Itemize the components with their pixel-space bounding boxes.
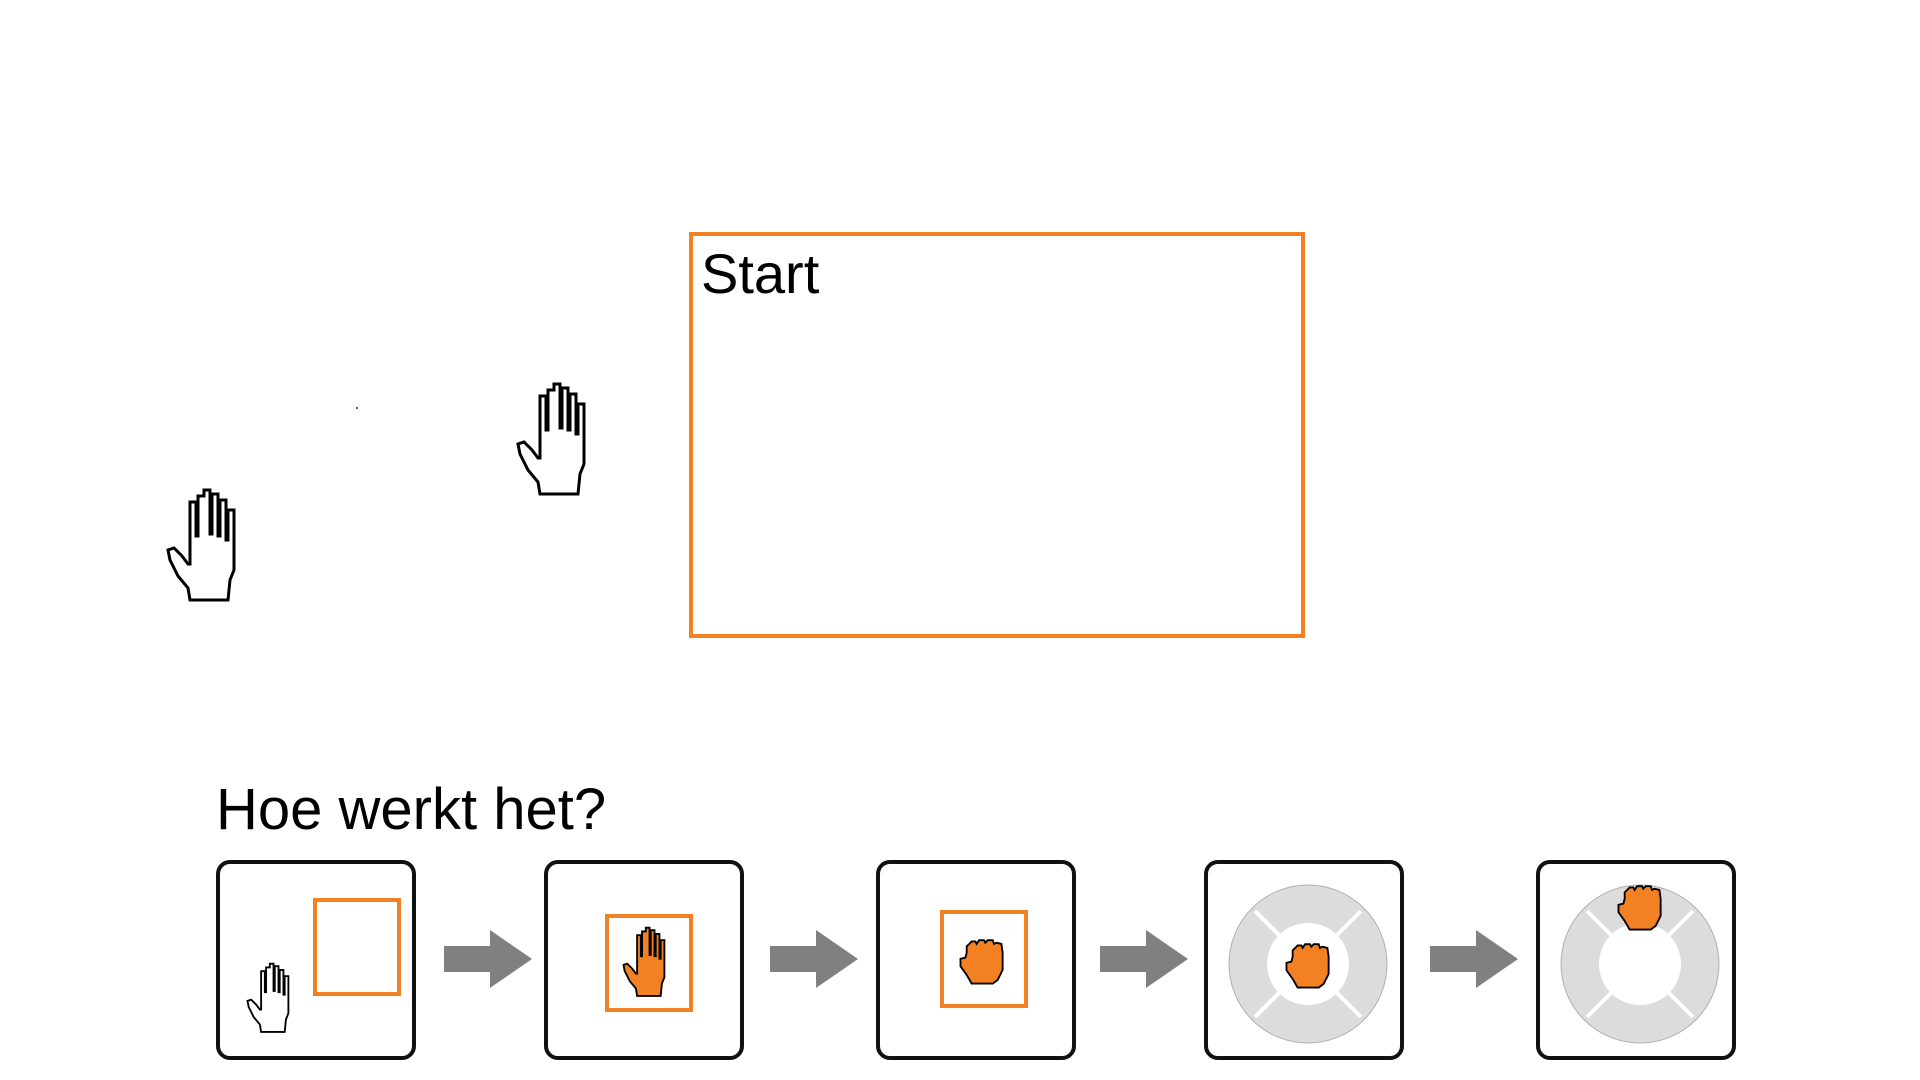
step-card-3 — [876, 860, 1076, 1060]
step-card-2 — [544, 860, 744, 1060]
arrow-right-icon — [1430, 930, 1518, 988]
howto-title: Hoe werkt het? — [216, 777, 607, 842]
start-target-box[interactable]: Start — [689, 232, 1305, 638]
arrow-right-icon — [770, 930, 858, 988]
orange-open-hand-icon — [622, 926, 666, 997]
stage: Start Hoe werkt het? — [0, 0, 1920, 1080]
step-card-5 — [1536, 860, 1736, 1060]
open-hand-icon — [246, 962, 290, 1033]
stray-dot — [356, 407, 358, 409]
hand-cursor-icon — [166, 488, 236, 602]
step-card-1 — [216, 860, 416, 1060]
step-card-4 — [1204, 860, 1404, 1060]
arrow-right-icon — [444, 930, 532, 988]
hand-cursor-icon — [516, 382, 586, 496]
orange-grab-hand-icon — [959, 939, 1004, 985]
arrow-right-icon — [1100, 930, 1188, 988]
start-label: Start — [701, 242, 820, 305]
empty-square-target — [313, 898, 401, 996]
orange-grab-hand-icon — [1285, 943, 1330, 989]
